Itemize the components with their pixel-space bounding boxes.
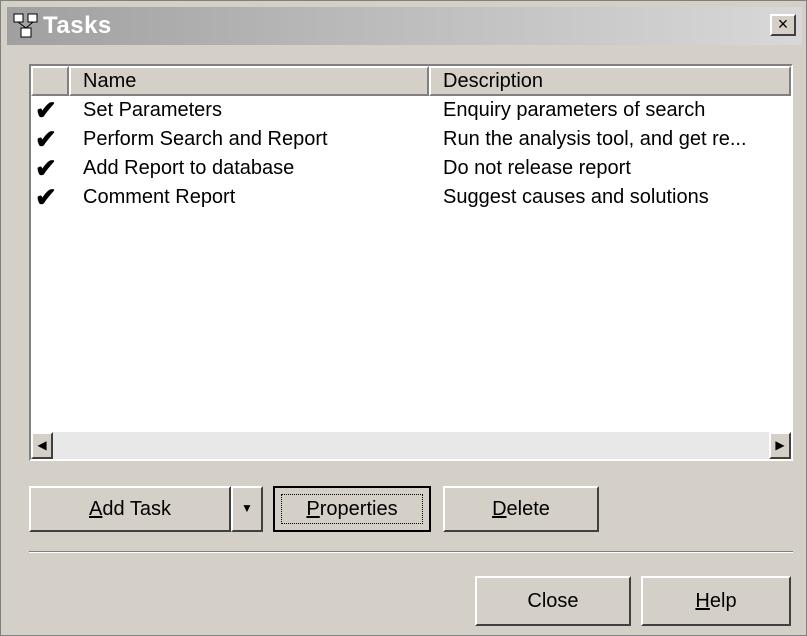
column-header-name[interactable]: Name <box>69 66 429 96</box>
focus-rectangle <box>281 494 423 524</box>
properties-button[interactable]: Properties <box>273 486 431 532</box>
list-rows: ✔ Set Parameters Enquiry parameters of s… <box>31 96 791 212</box>
horizontal-scrollbar[interactable]: ◀ ▶ <box>31 432 791 459</box>
checkmark-icon: ✔ <box>35 124 57 154</box>
arrow-left-icon: ◀ <box>37 438 47 452</box>
add-task-dropdown-button[interactable]: ▼ <box>231 486 263 532</box>
column-header-status[interactable] <box>31 66 69 96</box>
window-title: Tasks <box>43 12 112 39</box>
task-description: Suggest causes and solutions <box>443 186 709 208</box>
close-button[interactable]: Close <box>475 576 631 626</box>
task-name: Perform Search and Report <box>83 128 328 150</box>
divider <box>29 551 793 553</box>
table-row[interactable]: ✔ Add Report to database Do not release … <box>31 154 791 183</box>
task-name: Add Report to database <box>83 157 295 179</box>
chevron-down-icon: ▼ <box>241 501 253 515</box>
column-header-description[interactable]: Description <box>429 66 791 96</box>
add-task-button[interactable]: Add Task <box>29 486 231 532</box>
scroll-left-button[interactable]: ◀ <box>31 432 53 459</box>
delete-button[interactable]: Delete <box>443 486 599 532</box>
task-name: Comment Report <box>83 186 236 208</box>
task-description: Enquiry parameters of search <box>443 99 706 121</box>
tasks-network-icon <box>13 13 38 38</box>
title-bar[interactable]: Tasks × <box>7 7 802 45</box>
task-description: Do not release report <box>443 157 631 179</box>
checkmark-icon: ✔ <box>35 182 57 212</box>
table-row[interactable]: ✔ Set Parameters Enquiry parameters of s… <box>31 96 791 125</box>
table-row[interactable]: ✔ Comment Report Suggest causes and solu… <box>31 183 791 212</box>
task-description: Run the analysis tool, and get re... <box>443 128 747 150</box>
checkmark-icon: ✔ <box>35 153 57 183</box>
help-button[interactable]: Help <box>641 576 791 626</box>
task-list[interactable]: Name Description ✔ Set Parameters Enquir… <box>29 64 793 461</box>
tasks-dialog: Tasks × Name Description ✔ Set Parameter… <box>0 0 807 636</box>
arrow-right-icon: ▶ <box>775 438 785 452</box>
checkmark-icon: ✔ <box>35 95 57 125</box>
close-window-button[interactable]: × <box>770 14 796 36</box>
table-row[interactable]: ✔ Perform Search and Report Run the anal… <box>31 125 791 154</box>
close-icon: × <box>777 14 789 34</box>
list-header: Name Description <box>31 66 791 96</box>
task-name: Set Parameters <box>83 99 222 121</box>
scroll-right-button[interactable]: ▶ <box>769 432 791 459</box>
